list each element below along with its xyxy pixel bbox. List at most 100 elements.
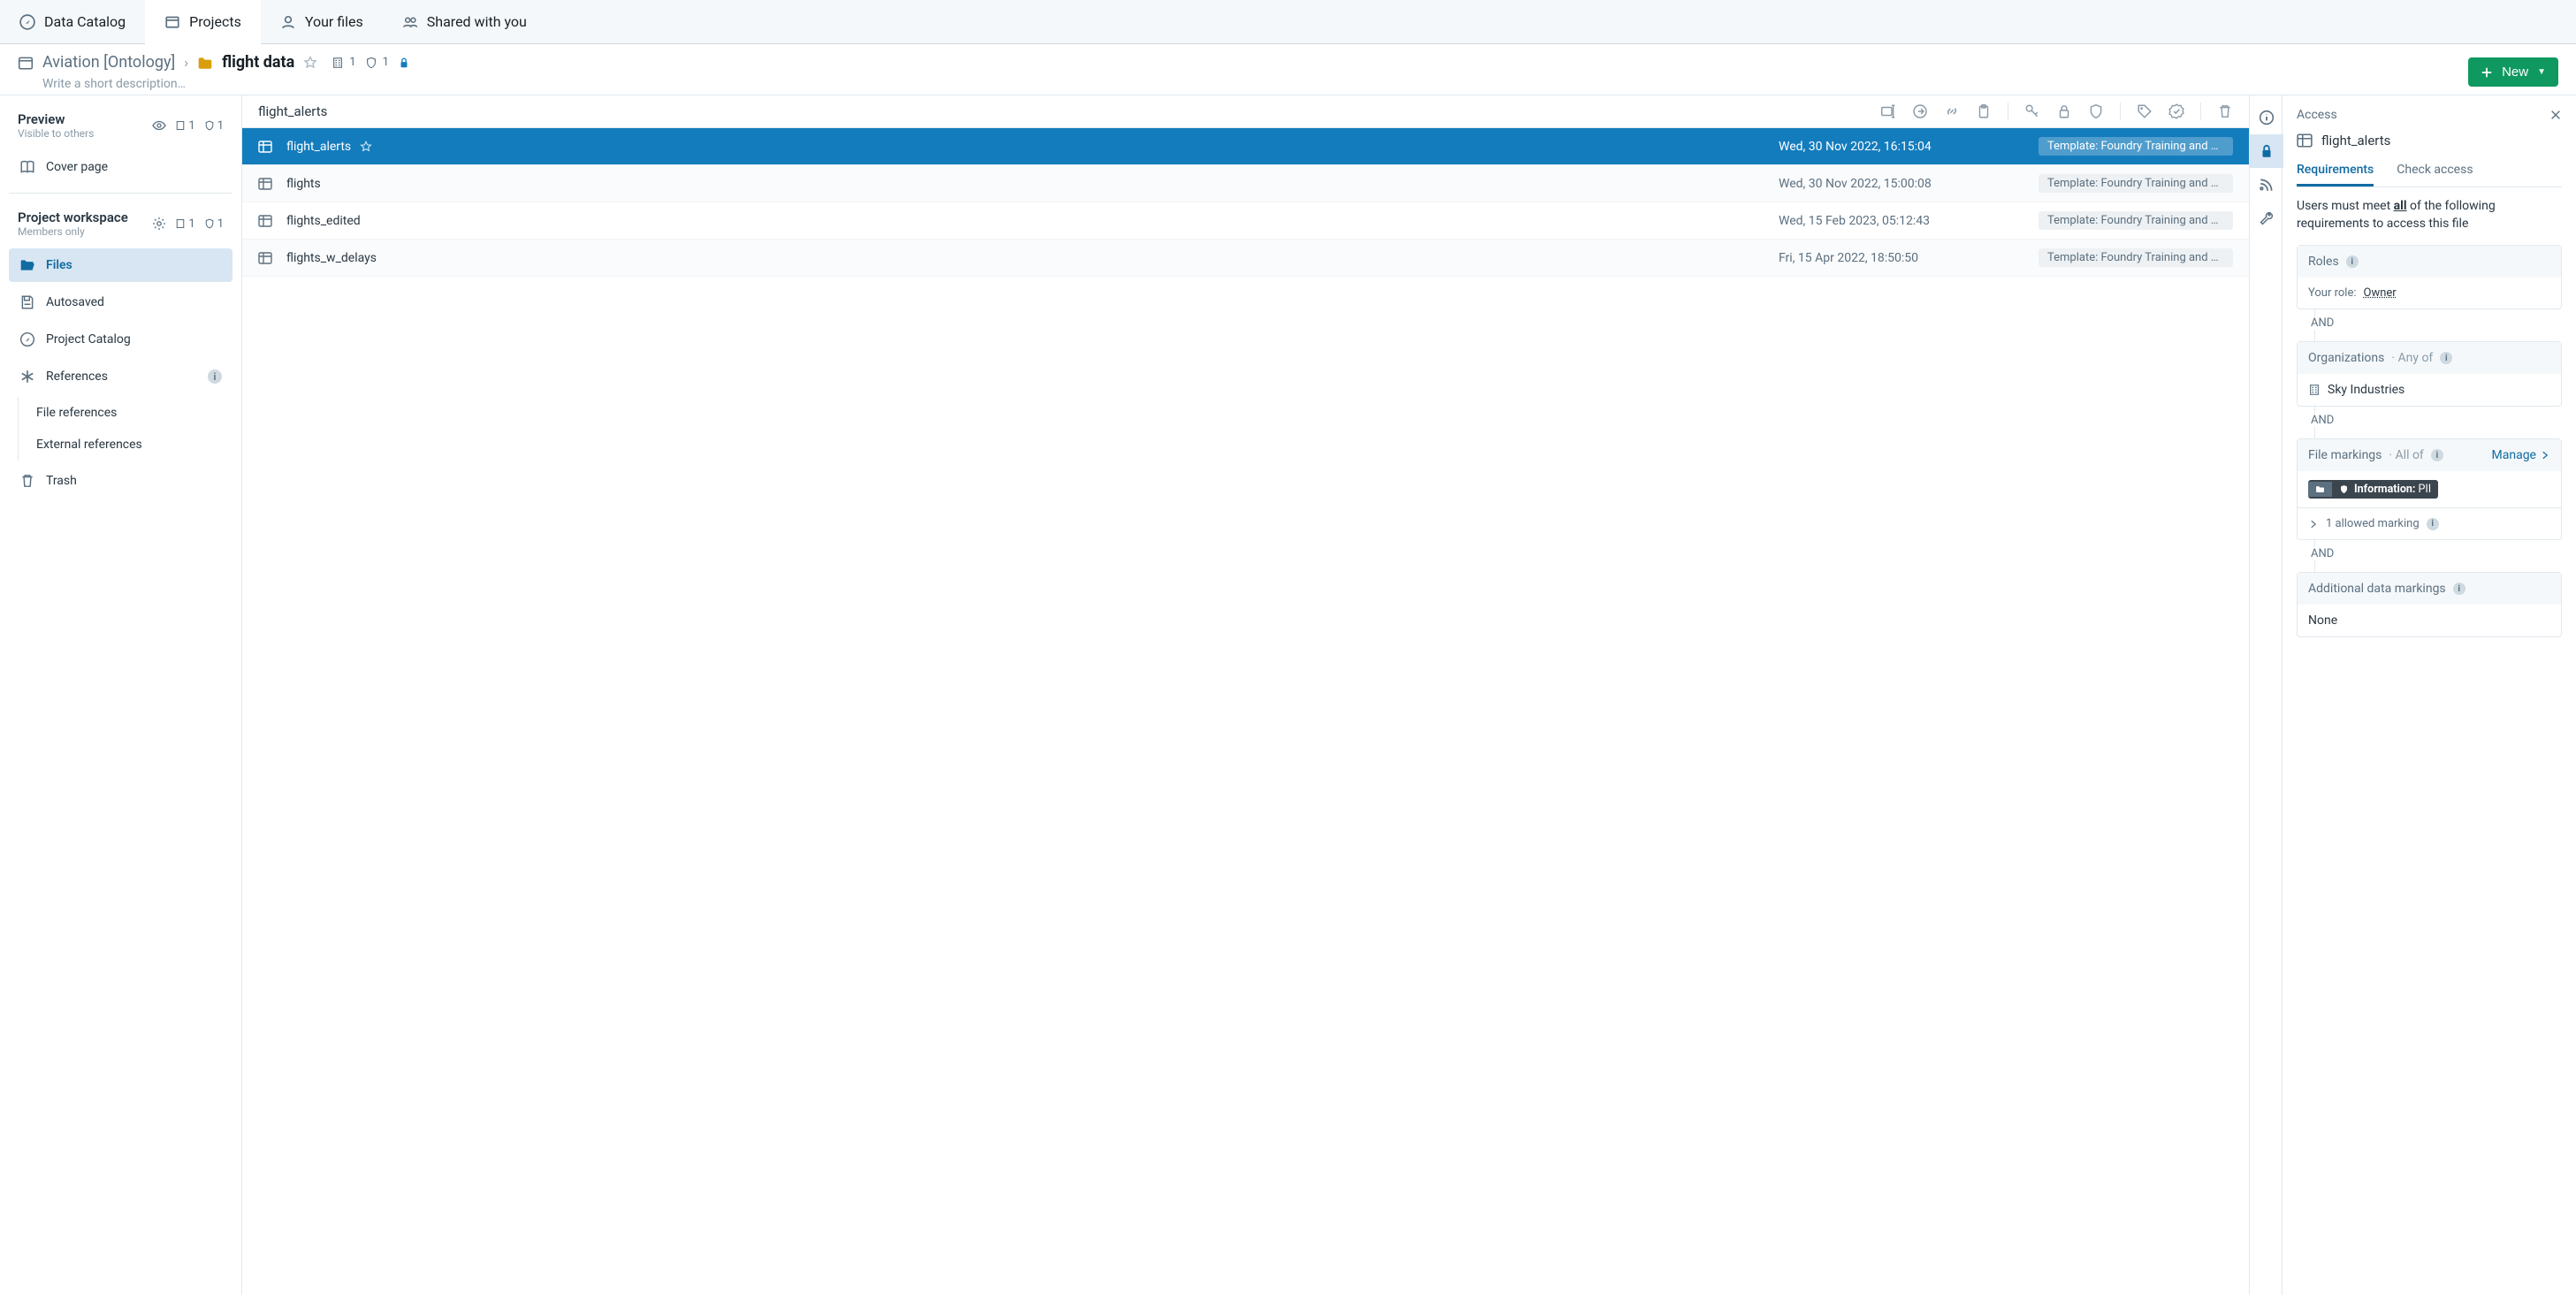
panel-file: flight_alerts bbox=[2297, 133, 2562, 149]
file-date: Wed, 15 Feb 2023, 05:12:43 bbox=[1779, 214, 2026, 228]
manage-link[interactable]: Manage bbox=[2492, 448, 2550, 462]
allowed-marking-toggle[interactable]: 1 allowed marking i bbox=[2298, 507, 2561, 539]
file-name: flights_w_delays bbox=[286, 251, 377, 265]
star-icon[interactable] bbox=[360, 141, 372, 153]
building-icon bbox=[332, 57, 344, 69]
file-badge: Template: Foundry Training and … bbox=[2039, 174, 2233, 193]
tab-your-files[interactable]: Your files bbox=[261, 0, 383, 43]
sidebar-item-file-references[interactable]: File references bbox=[19, 397, 232, 429]
meta-count-2: 1 bbox=[383, 56, 389, 69]
info-icon[interactable]: i bbox=[2427, 518, 2439, 530]
sidebar-item-files[interactable]: Files bbox=[9, 248, 232, 282]
dataset-icon bbox=[258, 252, 272, 264]
sidebar-item-label: Files bbox=[46, 258, 72, 272]
tab-data-catalog[interactable]: Data Catalog bbox=[0, 0, 145, 43]
close-icon[interactable] bbox=[2549, 109, 2562, 121]
rail-info[interactable] bbox=[2250, 101, 2283, 134]
info-icon[interactable]: i bbox=[2431, 449, 2443, 461]
info-icon[interactable]: i bbox=[2440, 352, 2452, 364]
sidebar-item-external-references[interactable]: External references bbox=[19, 429, 232, 461]
move-icon[interactable] bbox=[1912, 103, 1928, 119]
panel-file-name: flight_alerts bbox=[2321, 133, 2390, 149]
tag-icon[interactable] bbox=[2137, 103, 2153, 119]
shield-icon bbox=[2339, 484, 2349, 494]
project-icon bbox=[18, 55, 34, 71]
dataset-icon bbox=[258, 141, 272, 153]
dataset-icon bbox=[258, 215, 272, 227]
rename-icon[interactable] bbox=[1880, 103, 1896, 119]
sidebar-item-project-catalog[interactable]: Project Catalog bbox=[9, 323, 232, 356]
star-icon[interactable] bbox=[303, 56, 317, 70]
file-row[interactable]: flights_edited Wed, 15 Feb 2023, 05:12:4… bbox=[242, 202, 2249, 240]
lock-icon bbox=[2259, 143, 2275, 159]
breadcrumb-bar: Aviation [Ontology] › flight data 1 1 Wr… bbox=[0, 44, 2576, 95]
sidebar-item-cover-page[interactable]: Cover page bbox=[9, 150, 232, 184]
clipboard-icon[interactable] bbox=[1976, 103, 1992, 119]
and-separator: AND bbox=[2305, 547, 2339, 560]
tab-shared[interactable]: Shared with you bbox=[383, 0, 546, 43]
compass-icon bbox=[19, 331, 35, 347]
file-row[interactable]: flights_w_delays Fri, 15 Apr 2022, 18:50… bbox=[242, 240, 2249, 277]
top-tabs: Data Catalog Projects Your files Shared … bbox=[0, 0, 2576, 44]
lock-icon[interactable] bbox=[2056, 103, 2072, 119]
gear-icon[interactable] bbox=[152, 217, 166, 231]
organizations-box: Organizations· Any ofi Sky Industries bbox=[2297, 341, 2562, 407]
sidebar-item-label: Project Catalog bbox=[46, 332, 131, 347]
folder-icon bbox=[2315, 484, 2325, 494]
shield-icon bbox=[204, 120, 215, 131]
tab-requirements[interactable]: Requirements bbox=[2297, 163, 2374, 187]
chevron-right-icon bbox=[2308, 519, 2319, 529]
sidebar-item-label: References bbox=[46, 369, 108, 384]
file-toolbar: flight_alerts bbox=[242, 95, 2249, 128]
markings-title: File markings bbox=[2308, 448, 2382, 462]
description-input[interactable]: Write a short description… bbox=[18, 77, 410, 91]
breadcrumb: Aviation [Ontology] › flight data 1 1 bbox=[18, 53, 410, 72]
file-name: flight_alerts bbox=[286, 140, 351, 154]
additional-markings-box: Additional data markings i None bbox=[2297, 572, 2562, 637]
compass-icon bbox=[19, 14, 35, 30]
trash-icon[interactable] bbox=[2217, 103, 2233, 119]
addl-title: Additional data markings bbox=[2308, 582, 2446, 596]
sidebar-item-label: Autosaved bbox=[46, 295, 104, 309]
rail-access[interactable] bbox=[2250, 134, 2283, 168]
sidebar-workspace-title: Project workspace bbox=[18, 209, 128, 225]
tab-projects[interactable]: Projects bbox=[145, 0, 261, 44]
breadcrumb-parent[interactable]: Aviation [Ontology] bbox=[42, 53, 175, 72]
wrench-icon bbox=[2259, 210, 2275, 226]
new-button[interactable]: New ▼ bbox=[2468, 57, 2558, 87]
file-badge: Template: Foundry Training and … bbox=[2039, 211, 2233, 230]
file-list: flight_alerts Wed, 30 Nov 2022, 16:15:04… bbox=[242, 128, 2249, 1295]
info-icon[interactable]: i bbox=[2346, 255, 2359, 268]
sidebar-item-trash[interactable]: Trash bbox=[9, 464, 232, 498]
your-role-value: Owner bbox=[2364, 286, 2397, 300]
file-row[interactable]: flights Wed, 30 Nov 2022, 15:00:08 Templ… bbox=[242, 165, 2249, 202]
sidebar-item-references[interactable]: References i bbox=[9, 360, 232, 393]
rail-activity[interactable] bbox=[2250, 168, 2283, 202]
key-icon[interactable] bbox=[2024, 103, 2040, 119]
tab-check-access[interactable]: Check access bbox=[2397, 163, 2473, 187]
roles-title: Roles bbox=[2308, 255, 2339, 269]
chevron-right-icon: › bbox=[184, 54, 188, 71]
shield-icon[interactable] bbox=[2088, 103, 2104, 119]
sidebar-item-label: Cover page bbox=[46, 160, 108, 174]
rss-icon bbox=[2259, 177, 2275, 193]
sidebar-item-autosaved[interactable]: Autosaved bbox=[9, 286, 232, 319]
shield-icon bbox=[365, 57, 377, 69]
dataset-icon bbox=[2297, 133, 2313, 148]
rail-tools[interactable] bbox=[2250, 202, 2283, 235]
requirements-text: Users must meet all of the following req… bbox=[2297, 198, 2562, 232]
verify-icon[interactable] bbox=[2168, 103, 2184, 119]
file-date: Wed, 30 Nov 2022, 16:15:04 bbox=[1779, 140, 2026, 154]
info-icon[interactable]: i bbox=[2453, 583, 2465, 595]
folder-icon bbox=[197, 55, 213, 71]
addl-none: None bbox=[2308, 613, 2337, 628]
projects-icon bbox=[164, 13, 180, 29]
file-date: Fri, 15 Apr 2022, 18:50:50 bbox=[1779, 251, 2026, 265]
eye-icon[interactable] bbox=[152, 118, 166, 133]
file-badge: Template: Foundry Training and … bbox=[2039, 248, 2233, 267]
link-icon[interactable] bbox=[1944, 103, 1960, 119]
tab-label: Shared with you bbox=[427, 13, 527, 30]
file-markings-box: File markings · All of i Manage Informat… bbox=[2297, 438, 2562, 540]
file-row[interactable]: flight_alerts Wed, 30 Nov 2022, 16:15:04… bbox=[242, 128, 2249, 165]
sidebar-workspace-sub: Members only bbox=[18, 225, 128, 238]
